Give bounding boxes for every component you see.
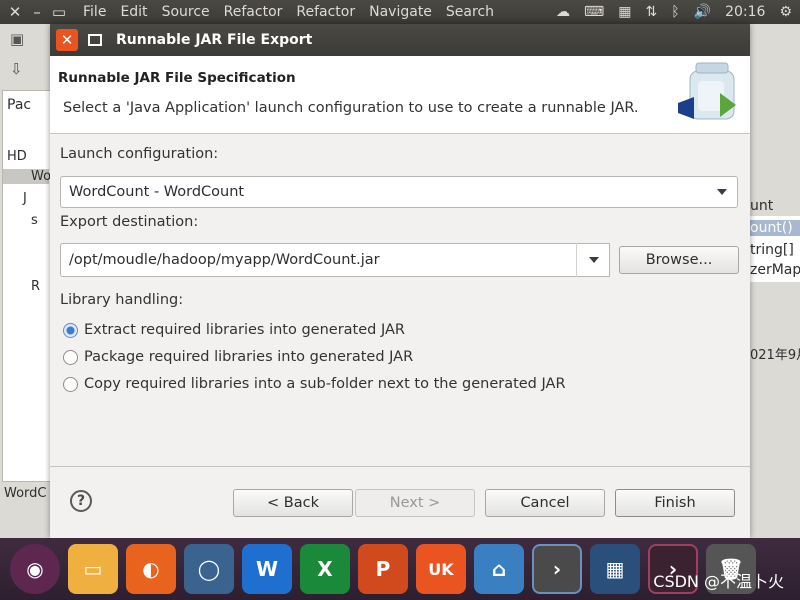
library-option-label: Extract required libraries into generate…: [84, 322, 405, 338]
package-explorer: Pac HD Wo J s R: [2, 90, 51, 482]
dialog-header: Runnable JAR File Specification Select a…: [50, 56, 750, 134]
radio-checked[interactable]: [63, 322, 78, 338]
package-explorer-tab[interactable]: Pac: [7, 97, 31, 113]
powerpoint-icon[interactable]: P: [358, 544, 408, 594]
menu-source[interactable]: Source: [155, 4, 217, 20]
dialog-titlebar: ✕ Runnable JAR File Export: [50, 24, 750, 56]
launch-configuration-select[interactable]: WordCount - WordCount: [60, 176, 738, 208]
volume-icon[interactable]: 🔊: [694, 4, 711, 20]
launch-configuration-value: WordCount - WordCount: [69, 184, 245, 200]
header-description: Select a 'Java Application' launch confi…: [63, 100, 639, 116]
radio-unchecked[interactable]: [63, 349, 78, 365]
chevron-down-icon: [588, 257, 599, 263]
minimize-icon[interactable]: –: [26, 3, 48, 21]
tree-item[interactable]: R: [31, 279, 40, 294]
cancel-button[interactable]: Cancel: [485, 489, 605, 517]
calendar-icon[interactable]: ▦: [618, 4, 631, 20]
restore-icon[interactable]: ▭: [48, 3, 70, 21]
clock[interactable]: 20:16: [725, 4, 765, 20]
weather-icon[interactable]: ☁: [556, 4, 570, 20]
library-option-extract[interactable]: Extract required libraries into generate…: [63, 322, 405, 338]
tree-item[interactable]: J: [23, 191, 27, 206]
divider: [50, 466, 750, 467]
debug-icon[interactable]: ⇩: [10, 60, 23, 78]
menu-refactor-2[interactable]: Refactor: [289, 4, 362, 20]
task-date-text: 021年9月: [750, 348, 800, 363]
tree-item[interactable]: HD: [7, 149, 27, 164]
ubuntu-icon[interactable]: ◉: [10, 544, 60, 594]
new-icon[interactable]: ▣: [10, 30, 24, 48]
launcher-dock: ◉ ▭ ◐ ◯ W X P UK ⌂ › ▦ › 🗑 CSDN @不温卜火: [0, 538, 800, 600]
export-destination-label: Export destination:: [60, 214, 199, 230]
menu-file[interactable]: File: [76, 4, 113, 20]
remote-icon[interactable]: ⌂: [474, 544, 524, 594]
close-icon[interactable]: ✕: [4, 3, 26, 21]
gear-icon[interactable]: ⚙: [779, 4, 792, 20]
browser-icon[interactable]: ◯: [184, 544, 234, 594]
chevron-down-icon: [717, 189, 727, 195]
firefox-icon[interactable]: ◐: [126, 544, 176, 594]
tree-item[interactable]: s: [31, 213, 38, 228]
outline-text: tring[]: [750, 242, 794, 258]
library-handling-label: Library handling:: [60, 292, 184, 308]
jar-export-icon: [678, 62, 736, 120]
workspace-icon[interactable]: ▦: [590, 544, 640, 594]
finish-button[interactable]: Finish: [615, 489, 735, 517]
menu-refactor[interactable]: Refactor: [217, 4, 290, 20]
library-option-label: Copy required libraries into a sub-folde…: [84, 376, 566, 392]
launch-configuration-label: Launch configuration:: [60, 146, 219, 162]
word-icon[interactable]: W: [242, 544, 292, 594]
runnable-jar-export-dialog: ✕ Runnable JAR File Export Runnable JAR …: [50, 24, 750, 538]
back-button[interactable]: < Back: [233, 489, 353, 517]
export-destination-input[interactable]: [60, 243, 610, 277]
help-icon[interactable]: ?: [70, 490, 92, 512]
excel-icon[interactable]: X: [300, 544, 350, 594]
watermark: CSDN @不温卜火: [653, 572, 784, 591]
uk-store-icon[interactable]: UK: [416, 544, 466, 594]
library-option-label: Package required libraries into generate…: [84, 349, 414, 365]
left-status: WordC: [0, 483, 50, 509]
maximize-icon[interactable]: [88, 34, 102, 46]
next-button[interactable]: Next >: [355, 489, 475, 517]
bluetooth-icon[interactable]: ᛒ: [671, 4, 679, 20]
eclipse-icon[interactable]: ›: [532, 544, 582, 594]
keyboard-icon[interactable]: ⌨: [584, 4, 604, 20]
system-tray: ☁ ⌨ ▦ ⇅ ᛒ 🔊 20:16 ⚙: [556, 4, 800, 20]
library-option-package[interactable]: Package required libraries into generate…: [63, 349, 413, 365]
menu-search[interactable]: Search: [439, 4, 501, 20]
dialog-title: Runnable JAR File Export: [116, 32, 313, 48]
outline-text: zerMap: [750, 262, 800, 278]
tree-item-selected[interactable]: Wo: [3, 169, 51, 184]
library-option-copy[interactable]: Copy required libraries into a sub-folde…: [63, 376, 566, 392]
export-destination-dropdown[interactable]: [576, 243, 610, 277]
files-icon[interactable]: ▭: [68, 544, 118, 594]
network-icon[interactable]: ⇅: [646, 4, 658, 20]
outline-text-selected[interactable]: ount(): [750, 220, 800, 236]
outline-text: unt: [750, 198, 774, 214]
menu-navigate[interactable]: Navigate: [362, 4, 439, 20]
menu-edit[interactable]: Edit: [113, 4, 154, 20]
header-title: Runnable JAR File Specification: [58, 70, 296, 86]
top-menubar: ✕ – ▭ File Edit Source Refactor Refactor…: [0, 0, 800, 24]
radio-unchecked[interactable]: [63, 376, 78, 392]
menu-list: File Edit Source Refactor Refactor Navig…: [76, 4, 501, 20]
close-icon[interactable]: ✕: [56, 29, 78, 51]
browse-button[interactable]: Browse...: [619, 246, 739, 274]
